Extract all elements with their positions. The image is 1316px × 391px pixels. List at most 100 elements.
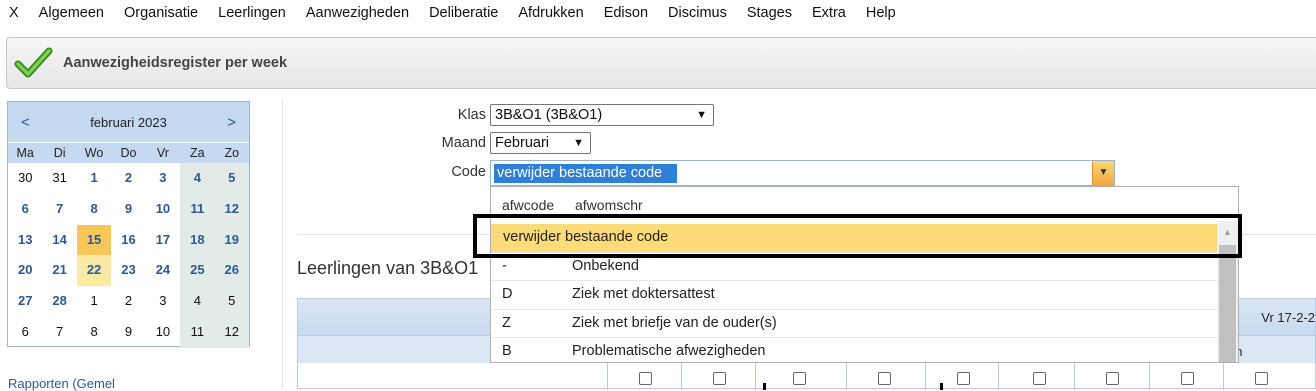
page-header: Aanwezigheidsregister per week (6, 37, 1316, 89)
attendance-checkbox[interactable] (957, 372, 970, 385)
calendar-grid: Ma Di Wo Do Vr Za Zo 30 31 1 2 3 4 5 6 7 8 9 10 11 12 13 14 15 1… (8, 143, 249, 348)
calendar-next-button[interactable]: > (227, 114, 236, 131)
calendar-day[interactable]: 28 (42, 286, 76, 317)
menu-item-deliberatie[interactable]: Deliberatie (419, 0, 508, 26)
calendar-day[interactable]: 25 (180, 255, 215, 287)
column-separator (1149, 361, 1150, 390)
calendar-day[interactable]: 12 (214, 193, 249, 225)
menu-item-algemeen[interactable]: Algemeen (29, 0, 114, 26)
menu-item-edison[interactable]: Edison (594, 0, 658, 26)
calendar-day[interactable]: 11 (180, 193, 215, 225)
calendar-day[interactable]: 20 (8, 255, 42, 286)
klas-select[interactable]: 3B&O1 (3B&O1) ▼ (490, 104, 714, 126)
column-separator (998, 361, 999, 390)
menu-item-organisatie[interactable]: Organisatie (114, 0, 208, 26)
calendar-day[interactable]: 4 (180, 286, 215, 317)
calendar-day[interactable]: 30 (8, 163, 42, 194)
column-separator (681, 361, 682, 390)
calendar-day[interactable]: 22 (76, 255, 112, 287)
option-code: B (502, 343, 512, 359)
menu-bar: X Algemeen Organisatie Leerlingen Aanwezighe… (0, 0, 1316, 26)
dropdown-col-code: afwcode (502, 197, 555, 213)
menu-item-aanwezigheden[interactable]: Aanwezigheden (296, 0, 419, 26)
chevron-down-icon: ▼ (573, 137, 584, 149)
calendar-day[interactable]: 10 (146, 194, 180, 225)
dropdown-option[interactable]: D Ziek met doktersattest (491, 281, 1219, 310)
attendance-checkbox[interactable] (639, 372, 652, 385)
calendar-day[interactable]: 6 (8, 194, 42, 225)
dropdown-toggle-button[interactable]: ▼ (1092, 161, 1114, 185)
calendar-day[interactable]: 2 (111, 163, 145, 194)
chevron-down-icon: ▼ (696, 109, 707, 121)
attendance-checkbox[interactable] (713, 372, 726, 385)
calendar-day[interactable]: 15 (76, 224, 112, 256)
calendar-day[interactable]: 7 (42, 317, 76, 348)
column-separator (1223, 361, 1224, 390)
calendar-day[interactable]: 4 (180, 163, 215, 194)
calendar-day[interactable]: 9 (111, 194, 145, 225)
dropdown-option[interactable]: Z Ziek met briefje van de ouder(s) (491, 310, 1219, 338)
menu-item-stages[interactable]: Stages (737, 0, 802, 26)
column-separator (755, 361, 756, 390)
menu-item-afdrukken[interactable]: Afdrukken (508, 0, 593, 26)
calendar-day[interactable]: 5 (214, 286, 249, 317)
calendar-day[interactable]: 3 (146, 286, 180, 317)
attendance-checkbox[interactable] (1255, 372, 1268, 385)
menu-item-help[interactable]: Help (856, 0, 906, 26)
code-combobox[interactable]: verwijder bestaande code ▼ (490, 160, 1115, 186)
calendar-weekday: Ma (8, 143, 43, 163)
calendar-day[interactable]: 19 (214, 224, 249, 256)
option-code: Z (502, 314, 511, 331)
option-description: Ziek met briefje van de ouder(s) (572, 314, 777, 331)
calendar-day[interactable]: 12 (214, 316, 249, 348)
calendar-month-label[interactable]: februari 2023 (90, 115, 167, 130)
calendar-day[interactable]: 3 (146, 163, 180, 194)
attendance-checkbox[interactable] (793, 372, 806, 385)
menu-item-leerlingen[interactable]: Leerlingen (208, 0, 296, 26)
calendar-day[interactable]: 17 (146, 225, 180, 256)
calendar-day[interactable]: 18 (180, 224, 215, 256)
attendance-checkbox[interactable] (1106, 372, 1119, 385)
code-combobox-value[interactable]: verwijder bestaande code (494, 164, 678, 183)
calendar-day[interactable]: 21 (42, 255, 76, 286)
calendar-day[interactable]: 8 (77, 194, 111, 225)
calendar-day[interactable]: 6 (8, 317, 42, 348)
scrollbar-thumb[interactable] (1219, 245, 1236, 362)
maand-label: Maand (441, 135, 486, 151)
section-title: Leerlingen van 3B&O1 (297, 258, 479, 278)
calendar-day[interactable]: 5 (214, 163, 249, 194)
calendar-day[interactable]: 9 (111, 317, 145, 348)
klas-label: Klas (457, 107, 486, 123)
checkmark-icon (14, 47, 53, 78)
column-separator (925, 361, 926, 390)
calendar-day[interactable]: 2 (111, 286, 145, 317)
menu-item-extra[interactable]: Extra (802, 0, 856, 26)
calendar-day[interactable]: 8 (77, 317, 111, 348)
menu-item-x[interactable]: X (0, 0, 29, 26)
option-description: Onbekend (572, 257, 639, 274)
calendar-day[interactable]: 24 (146, 255, 180, 286)
attendance-checkbox[interactable] (1033, 372, 1046, 385)
menu-item-discimus[interactable]: Discimus (658, 0, 737, 26)
calendar-day[interactable]: 11 (180, 316, 215, 348)
calendar-day[interactable]: 27 (8, 286, 42, 317)
calendar-day[interactable]: 16 (111, 225, 145, 256)
calendar-prev-button[interactable]: < (21, 114, 30, 131)
calendar-day[interactable]: 23 (111, 255, 145, 286)
dropdown-option[interactable]: B Problematische afwezigheden (491, 338, 1219, 362)
calendar-day[interactable]: 31 (42, 163, 76, 194)
calendar-day[interactable]: 7 (42, 194, 76, 225)
code-dropdown-list: afwcode afwomschr verwijder bestaande co… (490, 186, 1239, 363)
maand-select[interactable]: Februari ▼ (490, 132, 591, 154)
calendar-day[interactable]: 10 (146, 317, 180, 348)
attendance-checkbox[interactable] (878, 372, 891, 385)
calendar-day[interactable]: 1 (77, 286, 111, 317)
calendar-day[interactable]: 26 (214, 255, 249, 287)
page-title: Aanwezigheidsregister per week (63, 55, 288, 71)
calendar-day[interactable]: 13 (8, 225, 42, 256)
attendance-checkbox[interactable] (1181, 372, 1194, 385)
code-label: Code (451, 164, 486, 180)
dropdown-col-desc: afwomschr (575, 197, 643, 213)
calendar-day[interactable]: 1 (77, 163, 111, 194)
calendar-day[interactable]: 14 (42, 225, 76, 256)
